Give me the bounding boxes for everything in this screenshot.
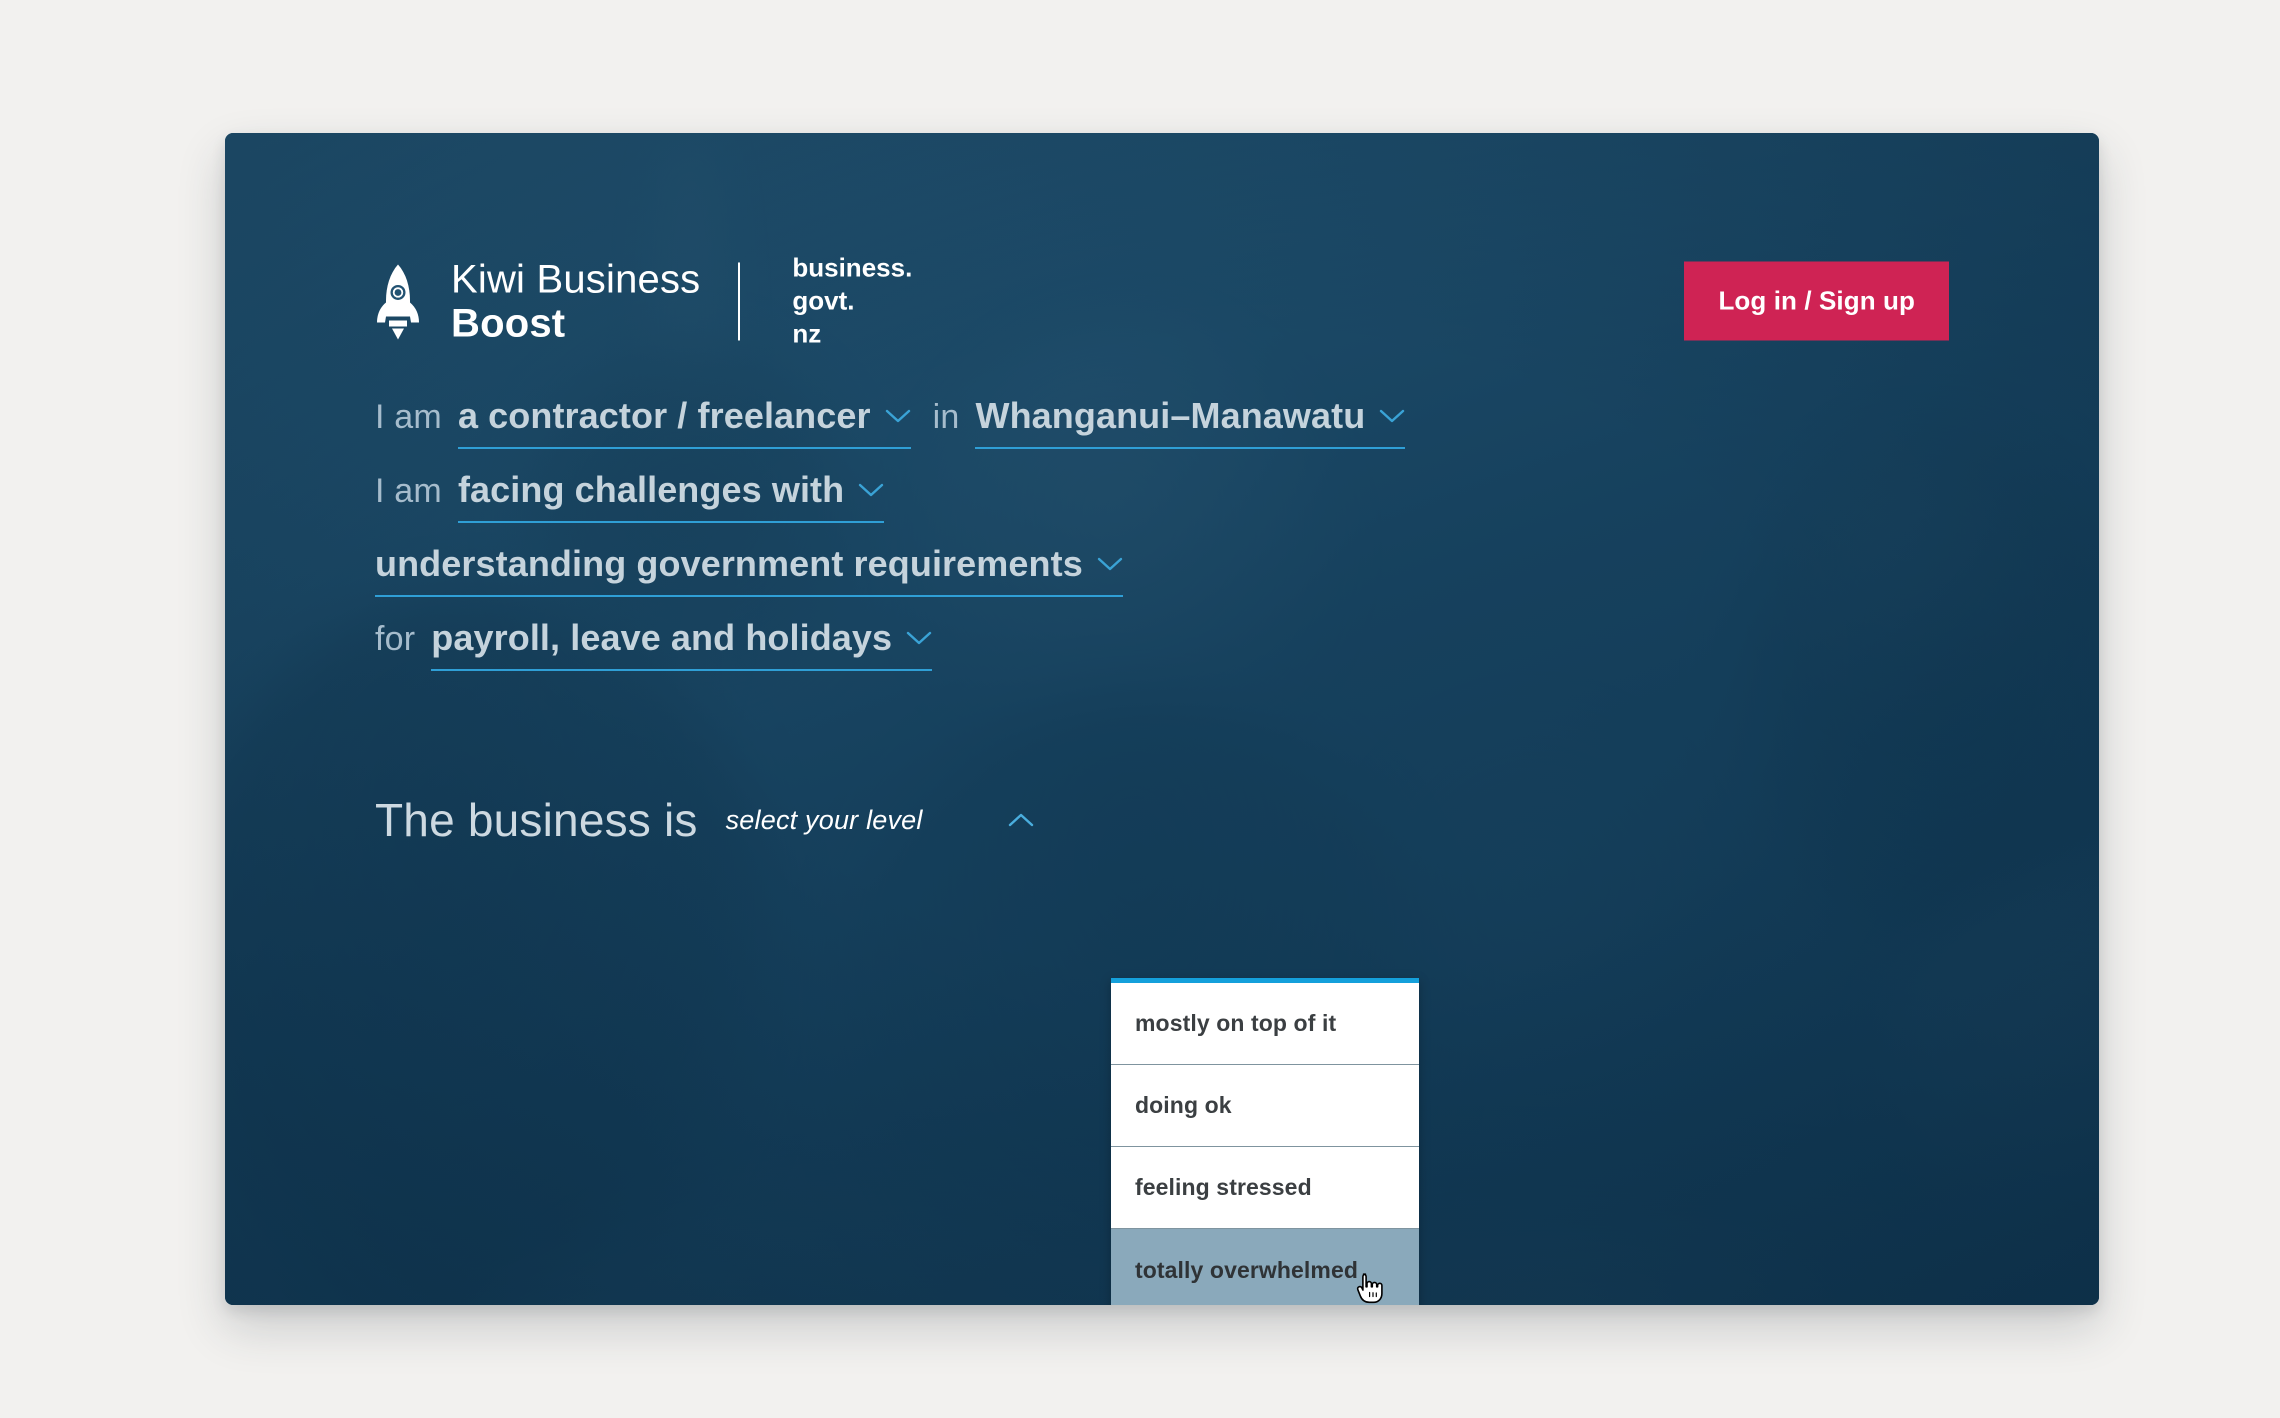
select-business-type-value: a contractor / freelancer bbox=[457, 395, 871, 436]
govt-line-2: govt. bbox=[792, 285, 855, 316]
business-level-dropdown[interactable]: mostly on top of it doing ok feeling str… bbox=[1111, 978, 1419, 1305]
select-challenge-mode-value: facing challenges with bbox=[457, 469, 845, 510]
select-region[interactable]: Whanganui–Manawatu bbox=[975, 395, 1406, 449]
select-business-type[interactable]: a contractor / freelancer bbox=[457, 395, 911, 449]
brand-logo[interactable]: Kiwi Business Boost business. govt. nz bbox=[375, 251, 912, 350]
rocket-icon bbox=[377, 263, 419, 339]
brand-divider bbox=[738, 261, 741, 340]
chevron-up-icon bbox=[1008, 813, 1033, 827]
dropdown-option[interactable]: mostly on top of it bbox=[1111, 983, 1419, 1065]
sentence-line-1: I am a contractor / freelancer in Whanga… bbox=[375, 395, 1975, 449]
sentence-prefix-i-am-2: I am bbox=[375, 472, 442, 510]
chevron-down-icon bbox=[859, 483, 884, 497]
select-topic[interactable]: understanding government requirements bbox=[375, 543, 1123, 597]
brand-line-1: Kiwi Business bbox=[451, 256, 701, 301]
chevron-down-icon bbox=[1097, 557, 1123, 571]
select-business-level[interactable]: select your level bbox=[726, 805, 1034, 836]
govt-line-1: business. bbox=[792, 252, 913, 283]
select-subtopic-value: payroll, leave and holidays bbox=[431, 617, 893, 658]
business-level-row: The business is select your level bbox=[375, 793, 1034, 847]
chevron-down-icon bbox=[1380, 409, 1405, 423]
sentence-line-4: for payroll, leave and holidays bbox=[375, 617, 1975, 671]
govt-wordmark: business. govt. nz bbox=[792, 251, 912, 350]
sentence-builder: I am a contractor / freelancer in Whanga… bbox=[375, 395, 1975, 691]
sentence-prefix-for: for bbox=[375, 620, 416, 658]
dropdown-option[interactable]: doing ok bbox=[1111, 1065, 1419, 1147]
chevron-down-icon bbox=[906, 631, 932, 645]
login-signup-button[interactable]: Log in / Sign up bbox=[1684, 261, 1949, 341]
select-region-value: Whanganui–Manawatu bbox=[975, 395, 1366, 436]
dropdown-option[interactable]: feeling stressed bbox=[1111, 1147, 1419, 1229]
sentence-line-3: understanding government requirements bbox=[375, 543, 1975, 597]
select-challenge-mode[interactable]: facing challenges with bbox=[457, 469, 885, 523]
brand-wordmark: Kiwi Business Boost bbox=[451, 259, 700, 343]
sentence-line-2: I am facing challenges with bbox=[375, 469, 1975, 523]
select-business-level-placeholder: select your level bbox=[725, 804, 923, 835]
card-header: Kiwi Business Boost business. govt. nz L… bbox=[225, 133, 2099, 349]
hero-card: Kiwi Business Boost business. govt. nz L… bbox=[225, 133, 2099, 1305]
govt-line-3: nz bbox=[792, 318, 822, 349]
brand-line-2: Boost bbox=[451, 300, 566, 345]
select-topic-value: understanding government requirements bbox=[375, 543, 1083, 584]
sentence-prefix-i-am: I am bbox=[375, 398, 442, 436]
sentence-prefix-in: in bbox=[932, 398, 960, 436]
dropdown-option[interactable]: totally overwhelmed bbox=[1111, 1229, 1419, 1305]
business-level-label: The business is bbox=[375, 794, 698, 846]
chevron-down-icon bbox=[885, 409, 910, 423]
select-subtopic[interactable]: payroll, leave and holidays bbox=[431, 617, 933, 671]
